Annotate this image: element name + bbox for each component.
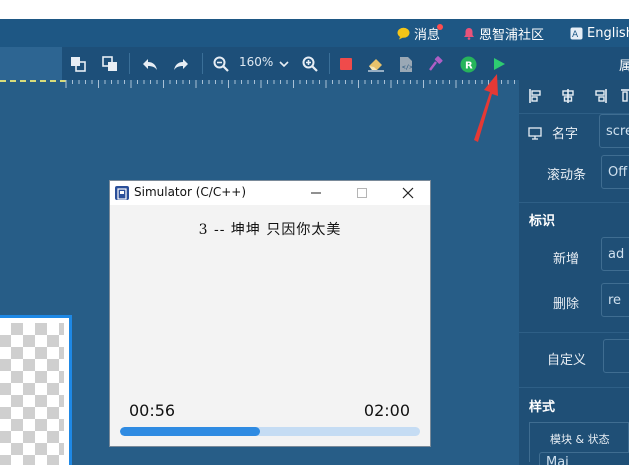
toolbar-divider — [202, 53, 203, 74]
zoom-in-icon — [302, 56, 318, 72]
run-rt-button[interactable]: R — [457, 53, 479, 75]
properties-panel: 属 名字 scre 滚动条 Off 标识 新增 ad 删除 re 自定义 样式 … — [519, 47, 629, 465]
style-heading: 样式 — [529, 400, 556, 415]
part-state-label: 模块 & 状态 — [547, 431, 613, 447]
custom-flag-label: 自定义 — [547, 353, 587, 368]
align-top-icon — [621, 89, 629, 102]
name-label: 名字 — [552, 127, 579, 142]
custom-flag-field[interactable] — [603, 339, 629, 373]
zoom-out-icon — [213, 56, 229, 72]
align-left-icon — [529, 89, 541, 103]
hammer-icon — [429, 56, 443, 71]
progress-bar[interactable] — [120, 427, 420, 436]
simulator-title: Simulator (C/C++) — [134, 185, 247, 199]
undo-icon — [143, 59, 157, 70]
stop-button[interactable] — [335, 53, 357, 75]
align-center-button[interactable] — [557, 85, 579, 107]
panel-header: 属 — [519, 47, 629, 80]
community-label: 恩智浦社区 — [479, 27, 545, 43]
unread-dot — [437, 24, 443, 30]
align-right-icon — [595, 89, 607, 103]
monitor-icon — [528, 125, 542, 144]
design-canvas-screen[interactable] — [0, 315, 72, 465]
close-icon — [402, 187, 414, 199]
zoom-out-button[interactable] — [210, 53, 232, 75]
eraser-button[interactable] — [365, 53, 387, 75]
svg-text:</>: </> — [402, 64, 413, 71]
editor-toolbar: 160% </> R — [0, 47, 519, 80]
chat-bubble-icon — [397, 27, 410, 40]
align-left-button[interactable] — [525, 85, 547, 107]
name-field[interactable]: scre — [599, 114, 629, 148]
close-button[interactable] — [386, 181, 430, 205]
add-flag-field[interactable]: ad — [601, 237, 629, 271]
part-select[interactable]: Mai — [539, 452, 629, 465]
minimize-button[interactable] — [294, 181, 338, 205]
stop-icon — [340, 58, 352, 70]
remove-flag-label: 删除 — [553, 297, 580, 312]
app-header: 消息 恩智浦社区 A English — [0, 19, 629, 47]
remove-flag-field[interactable]: re — [601, 283, 629, 317]
maximize-icon — [357, 188, 367, 198]
toolbar-divider — [129, 53, 130, 74]
progress-bar-fill — [120, 427, 261, 436]
language-label: English — [587, 25, 629, 41]
build-button[interactable] — [425, 53, 447, 75]
scrollbar-label: 滚动条 — [547, 168, 587, 183]
align-right-button[interactable] — [589, 85, 611, 107]
svg-text:A: A — [572, 30, 579, 40]
zoom-level[interactable]: 160% — [239, 55, 273, 69]
run-simulator-button[interactable] — [488, 53, 510, 75]
messages-link[interactable]: 消息 — [397, 19, 443, 47]
toolbar-divider — [329, 53, 330, 74]
redo-button[interactable] — [170, 53, 192, 75]
current-time: 00:56 — [129, 401, 176, 420]
bell-icon — [463, 27, 475, 40]
horizontal-ruler — [0, 80, 519, 89]
chevron-down-icon — [279, 61, 289, 68]
simulator-window[interactable]: Simulator (C/C++) 3 -- 坤坤 只因你太美 00:56 02… — [109, 180, 431, 447]
simulator-app-icon — [115, 186, 129, 200]
bring-front-icon — [71, 57, 86, 72]
community-link[interactable]: 恩智浦社区 — [463, 19, 544, 47]
code-file-icon: </> — [400, 56, 413, 72]
toolbar-left-segment — [0, 47, 62, 80]
panel-divider — [519, 332, 629, 333]
align-top-button[interactable] — [617, 85, 629, 107]
flags-heading: 标识 — [529, 214, 556, 229]
play-icon — [494, 58, 505, 70]
language-switch[interactable]: A English — [570, 19, 629, 47]
total-time: 02:00 — [363, 401, 410, 420]
code-file-button[interactable]: </> — [395, 53, 417, 75]
undo-button[interactable] — [139, 53, 161, 75]
panel-divider — [519, 387, 629, 388]
top-strip — [0, 0, 629, 19]
svg-text:R: R — [465, 60, 473, 71]
simulator-titlebar[interactable]: Simulator (C/C++) — [110, 181, 430, 205]
minimize-icon — [311, 192, 321, 194]
zoom-in-button[interactable] — [299, 53, 321, 75]
redo-icon — [174, 59, 188, 70]
eraser-icon — [368, 59, 384, 72]
send-back-icon — [102, 56, 117, 71]
panel-divider — [519, 202, 629, 203]
align-center-icon — [562, 89, 574, 103]
add-flag-label: 新增 — [553, 252, 580, 267]
transparent-checkerboard — [0, 323, 64, 465]
scrollbar-select[interactable]: Off — [601, 155, 629, 189]
panel-title: 属 — [619, 59, 629, 74]
send-back-button[interactable] — [99, 53, 121, 75]
ruler-ticks — [65, 80, 515, 88]
lyric-text: 3 -- 坤坤 只因你太美 — [198, 222, 342, 238]
translate-icon: A — [570, 27, 583, 40]
zoom-dropdown-button[interactable] — [273, 53, 295, 75]
maximize-button[interactable] — [340, 181, 384, 205]
bring-front-button[interactable] — [67, 53, 89, 75]
r-badge-icon: R — [460, 56, 476, 72]
